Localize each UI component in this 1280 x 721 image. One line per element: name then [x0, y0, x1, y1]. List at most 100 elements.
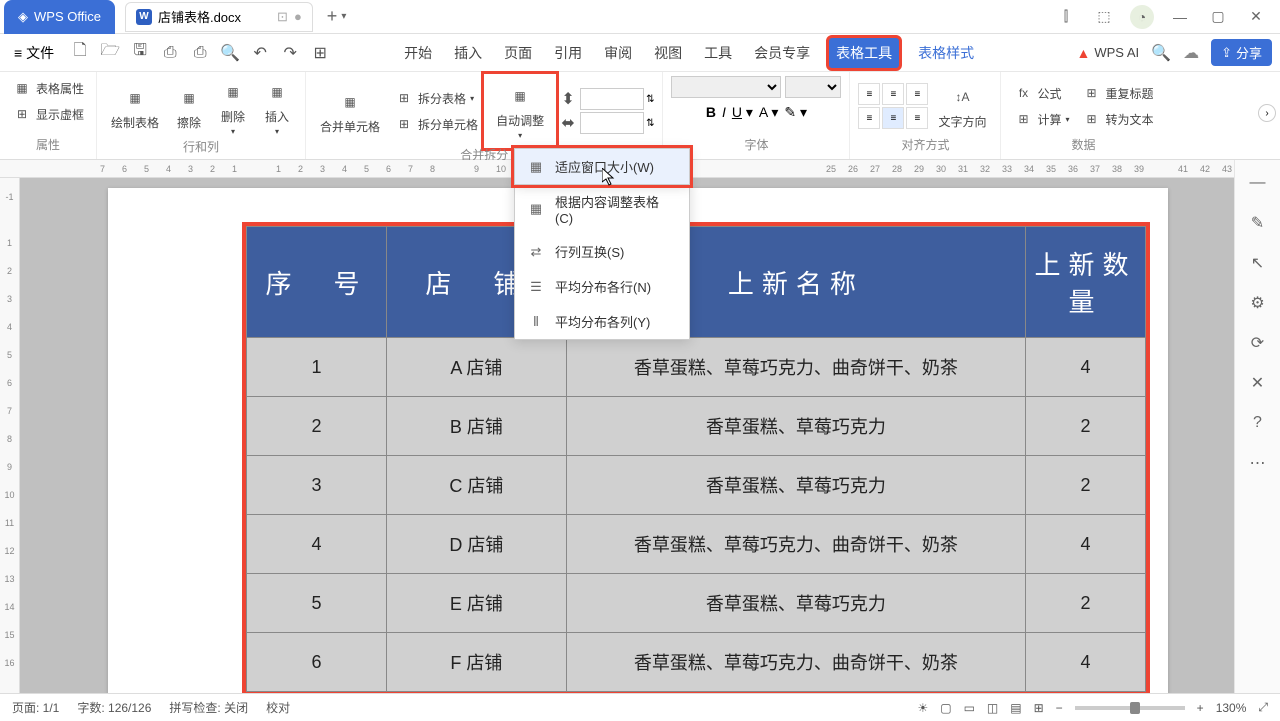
status-words[interactable]: 字数: 126/126: [77, 699, 151, 716]
row-height-input[interactable]: [580, 88, 644, 110]
data-table[interactable]: 序 号店 铺上新名称上新数量 1A 店铺香草蛋糕、草莓巧克力、曲奇饼干、奶茶42…: [246, 226, 1146, 692]
align-tl[interactable]: ≡: [858, 83, 880, 105]
split-cell-button[interactable]: ⊞拆分单元格: [390, 112, 482, 136]
erase-button[interactable]: ▦擦除: [169, 82, 209, 133]
print-icon[interactable]: ⎙: [190, 43, 210, 63]
font-color-button[interactable]: A ▾: [759, 104, 778, 121]
dd-fit-window[interactable]: ▦ 适应窗口大小(W): [515, 149, 689, 184]
view-icon-3[interactable]: ◫: [987, 701, 998, 715]
table-cell[interactable]: 4: [1026, 633, 1146, 692]
table-cell[interactable]: 4: [247, 515, 387, 574]
tab-review[interactable]: 审阅: [600, 37, 636, 69]
table-cell[interactable]: 5: [247, 574, 387, 633]
table-cell[interactable]: 香草蛋糕、草莓巧克力: [566, 456, 1025, 515]
panel-icon[interactable]: ⫿: [1054, 5, 1078, 29]
zoom-level[interactable]: 130%: [1216, 701, 1247, 715]
table-row[interactable]: 4D 店铺香草蛋糕、草莓巧克力、曲奇饼干、奶茶4: [247, 515, 1146, 574]
table-cell[interactable]: 香草蛋糕、草莓巧克力: [566, 574, 1025, 633]
merge-cells-button[interactable]: ▦合并单元格: [314, 86, 386, 137]
close-button[interactable]: ✕: [1244, 5, 1268, 29]
fit-icon[interactable]: ⤢: [1258, 700, 1268, 715]
align-mr[interactable]: ≡: [906, 107, 928, 129]
draw-table-button[interactable]: ▦绘制表格: [105, 82, 165, 133]
tab-view[interactable]: 视图: [650, 37, 686, 69]
to-text-button[interactable]: ⊞转为文本: [1078, 107, 1158, 131]
stepper-icon[interactable]: ⇅: [646, 118, 654, 129]
table-cell[interactable]: B 店铺: [386, 397, 566, 456]
cube-icon[interactable]: ⬚: [1092, 5, 1116, 29]
tab-close-icon[interactable]: ●: [294, 9, 302, 24]
zoom-slider[interactable]: [1075, 706, 1185, 710]
table-cell[interactable]: 香草蛋糕、草莓巧克力: [566, 397, 1025, 456]
align-ml[interactable]: ≡: [858, 107, 880, 129]
tab-reference[interactable]: 引用: [550, 37, 586, 69]
table-row[interactable]: 1A 店铺香草蛋糕、草莓巧克力、曲奇饼干、奶茶4: [247, 338, 1146, 397]
refresh-icon[interactable]: ⟳: [1247, 332, 1269, 354]
table-header-cell[interactable]: 上新数量: [1026, 227, 1146, 338]
status-spell[interactable]: 拼写检查: 关闭: [169, 699, 248, 716]
table-cell[interactable]: 1: [247, 338, 387, 397]
table-row[interactable]: 2B 店铺香草蛋糕、草莓巧克力2: [247, 397, 1146, 456]
table-cell[interactable]: 4: [1026, 338, 1146, 397]
tab-menu-icon[interactable]: ⊡: [277, 9, 288, 25]
view-icon-4[interactable]: ▤: [1010, 701, 1021, 715]
table-row[interactable]: 6F 店铺香草蛋糕、草莓巧克力、曲奇饼干、奶茶4: [247, 633, 1146, 692]
table-row[interactable]: 3C 店铺香草蛋糕、草莓巧克力2: [247, 456, 1146, 515]
table-cell[interactable]: 香草蛋糕、草莓巧克力、曲奇饼干、奶茶: [566, 515, 1025, 574]
formula-button[interactable]: fx公式: [1009, 81, 1073, 105]
bold-button[interactable]: B: [706, 104, 716, 121]
align-tc[interactable]: ≡: [882, 83, 904, 105]
repeat-title-button[interactable]: ⊞重复标题: [1078, 81, 1158, 105]
preview-icon[interactable]: 🔍: [220, 43, 240, 63]
pencil-icon[interactable]: ✎: [1247, 212, 1269, 234]
view-icon-2[interactable]: ▭: [964, 701, 975, 715]
file-menu[interactable]: ≡ 文件: [8, 39, 60, 67]
save-icon[interactable]: 🖫: [130, 43, 150, 63]
table-cell[interactable]: 4: [1026, 515, 1146, 574]
document-tab[interactable]: W 店铺表格.docx ⊡ ●: [125, 2, 313, 32]
italic-button[interactable]: I: [722, 104, 726, 121]
table-props-button[interactable]: ▦表格属性: [8, 76, 88, 100]
tab-page[interactable]: 页面: [500, 37, 536, 69]
pointer-icon[interactable]: ↖: [1247, 252, 1269, 274]
open-icon[interactable]: 🗁: [100, 43, 120, 63]
table-cell[interactable]: 香草蛋糕、草莓巧克力、曲奇饼干、奶茶: [566, 338, 1025, 397]
table-cell[interactable]: E 店铺: [386, 574, 566, 633]
help-icon[interactable]: ?: [1247, 412, 1269, 434]
more-icon[interactable]: ⋯: [1247, 452, 1269, 474]
show-gridlines-button[interactable]: ⊞显示虚框: [8, 102, 88, 126]
tab-member[interactable]: 会员专享: [750, 37, 814, 69]
collapse-icon[interactable]: —: [1247, 172, 1269, 194]
table-cell[interactable]: 2: [247, 397, 387, 456]
split-table-button[interactable]: ⊞拆分表格▾: [390, 86, 482, 110]
table-cell[interactable]: A 店铺: [386, 338, 566, 397]
ribbon-scroll-right[interactable]: ›: [1258, 104, 1276, 122]
table-header-cell[interactable]: 序 号: [247, 227, 387, 338]
table-row[interactable]: 5E 店铺香草蛋糕、草莓巧克力2: [247, 574, 1146, 633]
view-icon-1[interactable]: ▢: [940, 701, 951, 715]
text-direction-button[interactable]: ↕A文字方向: [932, 81, 992, 132]
app-badge[interactable]: ◈ WPS Office: [4, 0, 115, 34]
table-cell[interactable]: 2: [1026, 397, 1146, 456]
table-cell[interactable]: 3: [247, 456, 387, 515]
more-icon[interactable]: ⊞: [310, 43, 330, 63]
tab-tools[interactable]: 工具: [700, 37, 736, 69]
tab-table-tools[interactable]: 表格工具: [828, 37, 900, 69]
maximize-button[interactable]: ▢: [1206, 5, 1230, 29]
table-cell[interactable]: 2: [1026, 574, 1146, 633]
calc-button[interactable]: ⊞计算▾: [1009, 107, 1073, 131]
zoom-in-button[interactable]: +: [1197, 701, 1204, 715]
table-cell[interactable]: 6: [247, 633, 387, 692]
export-icon[interactable]: ⎙: [160, 43, 180, 63]
align-tr[interactable]: ≡: [906, 83, 928, 105]
new-tab-button[interactable]: + ▾: [327, 6, 347, 27]
status-proof[interactable]: 校对: [266, 699, 290, 716]
reading-mode-icon[interactable]: ☀: [917, 701, 928, 715]
table-cell[interactable]: D 店铺: [386, 515, 566, 574]
tools-icon[interactable]: ✕: [1247, 372, 1269, 394]
cloud-icon[interactable]: ☁: [1183, 43, 1199, 63]
new-icon[interactable]: 🗋: [70, 43, 90, 63]
stepper-icon[interactable]: ⇅: [646, 94, 654, 105]
dd-dist-rows[interactable]: ☰平均分布各行(N): [515, 269, 689, 304]
highlight-button[interactable]: ✎ ▾: [784, 104, 807, 121]
